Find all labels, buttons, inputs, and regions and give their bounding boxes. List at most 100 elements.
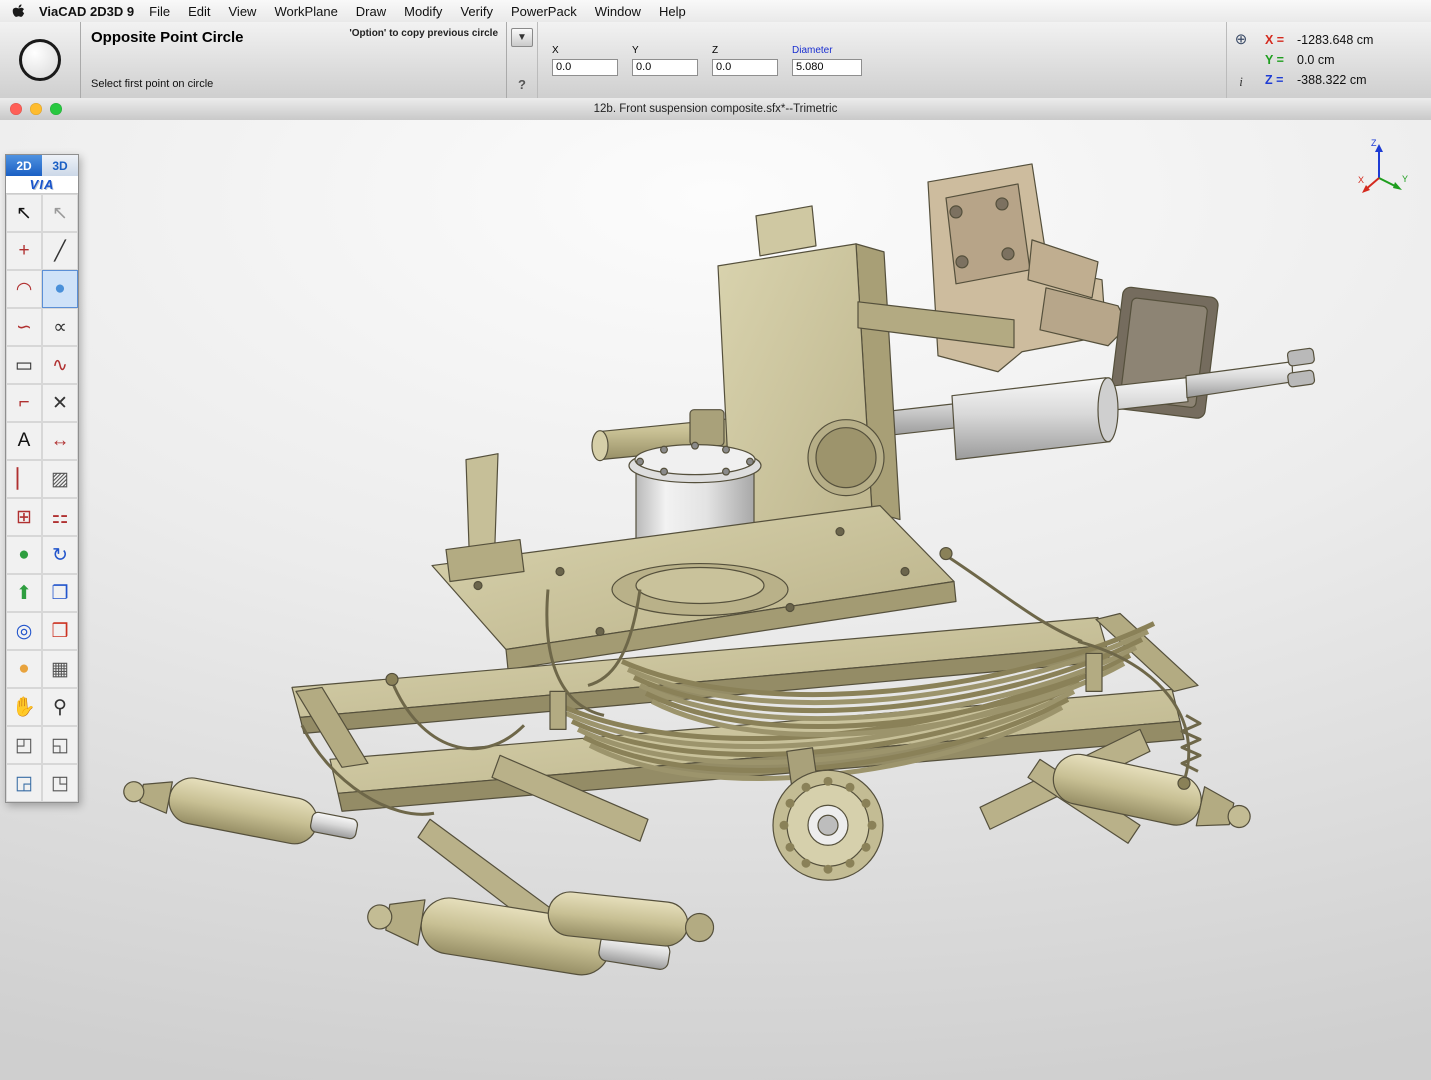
menu-items: FileEditViewWorkPlaneDrawModifyVerifyPow… bbox=[140, 4, 695, 19]
sphere-primitive-tool[interactable]: ● bbox=[6, 536, 42, 574]
model-3d[interactable] bbox=[0, 120, 1431, 1080]
x-input[interactable] bbox=[552, 59, 618, 76]
app-name[interactable]: ViaCAD 2D3D 9 bbox=[39, 4, 134, 19]
trim-tool[interactable]: ⌐ bbox=[6, 384, 42, 422]
extrude-tool[interactable]: ⬆ bbox=[6, 574, 42, 612]
coord-row-x: X =-1283.648 cm bbox=[1265, 30, 1415, 50]
text-tool-icon: A bbox=[18, 430, 31, 452]
y-field: Y bbox=[632, 45, 698, 76]
text-tool[interactable]: A bbox=[6, 422, 42, 460]
segment-tool-icon: ▏ bbox=[17, 468, 32, 491]
z-field: Z bbox=[712, 45, 778, 76]
zoom-button[interactable] bbox=[50, 103, 62, 115]
cursor-coordinates-readout: X =-1283.648 cmY =0.0 cmZ =-388.322 cm bbox=[1255, 22, 1431, 98]
menu-help[interactable]: Help bbox=[650, 4, 695, 19]
line-tool[interactable]: ╱ bbox=[42, 232, 78, 270]
delete-tool[interactable]: ✕ bbox=[42, 384, 78, 422]
select-plus-tool-icon: ↖ bbox=[52, 202, 68, 225]
window-titlebar[interactable]: 12b. Front suspension composite.sfx*--Tr… bbox=[0, 98, 1431, 121]
tool-hint: 'Option' to copy previous circle bbox=[349, 28, 498, 39]
zoom-tool[interactable]: ⚲ bbox=[42, 688, 78, 726]
boolean-union-tool-icon: ❐ bbox=[51, 582, 68, 605]
axis-triad: Z Y X bbox=[1357, 136, 1409, 198]
render-options-tool-icon: ▦ bbox=[51, 658, 69, 681]
select-tool-icon: ↖ bbox=[16, 202, 32, 225]
extrude-tool-icon: ⬆ bbox=[16, 582, 32, 605]
coord-row-z: Z =-388.322 cm bbox=[1265, 70, 1415, 90]
spline-tool[interactable]: ∿ bbox=[42, 346, 78, 384]
segment-tool[interactable]: ▏ bbox=[6, 460, 42, 498]
view-wireframe-3-tool[interactable]: ◳ bbox=[42, 764, 78, 802]
tab-3d[interactable]: 3D bbox=[42, 155, 78, 176]
pattern-tool[interactable]: ⚏ bbox=[42, 498, 78, 536]
menu-modify[interactable]: Modify bbox=[395, 4, 451, 19]
hatch-tool-icon: ▨ bbox=[51, 468, 69, 491]
offset-tool-icon: ⊞ bbox=[16, 506, 32, 529]
hatch-tool[interactable]: ▨ bbox=[42, 460, 78, 498]
tab-2d[interactable]: 2D bbox=[6, 155, 42, 176]
axis-y-label: Y bbox=[1402, 174, 1408, 184]
view-shaded-tool[interactable]: ◲ bbox=[6, 764, 42, 802]
render-options-tool[interactable]: ▦ bbox=[42, 650, 78, 688]
tool-variant-dropdown[interactable]: ▼ bbox=[511, 28, 533, 47]
select-plus-tool[interactable]: ↖ bbox=[42, 194, 78, 232]
rotate-tool[interactable]: ↻ bbox=[42, 536, 78, 574]
line-tool-icon: ╱ bbox=[54, 240, 65, 263]
rectangle-tool-icon: ▭ bbox=[15, 354, 33, 377]
via-logo: VIA bbox=[6, 176, 78, 194]
application-window: ViaCAD 2D3D 9 FileEditViewWorkPlaneDrawM… bbox=[0, 0, 1431, 1080]
pattern-tool-icon: ⚏ bbox=[51, 506, 68, 529]
circle-tool[interactable]: ● bbox=[42, 270, 78, 308]
tool-prompt: Select first point on circle bbox=[91, 78, 213, 90]
menubar: ViaCAD 2D3D 9 FileEditViewWorkPlaneDrawM… bbox=[0, 0, 1431, 23]
closed-curve-tool-icon: ∝ bbox=[53, 316, 67, 339]
menu-file[interactable]: File bbox=[140, 4, 179, 19]
x-label: X bbox=[552, 45, 618, 56]
viewport[interactable]: Z Y X 2D 3D VIA ↖↖+╱◠●∽∝▭∿⌐✕A↔▏▨⊞⚏●↻⬆❐◎❒… bbox=[0, 120, 1431, 1080]
revolve-tool[interactable]: ◎ bbox=[6, 612, 42, 650]
y-input[interactable] bbox=[632, 59, 698, 76]
dimension-tool[interactable]: ↔ bbox=[42, 422, 78, 460]
tracking-icon[interactable]: ⊕ bbox=[1235, 30, 1248, 48]
tool-options-bar: Opposite Point Circle 'Option' to copy p… bbox=[0, 22, 1431, 99]
zoom-tool-icon: ⚲ bbox=[53, 696, 67, 719]
curve-tool[interactable]: ∽ bbox=[6, 308, 42, 346]
diameter-label: Diameter bbox=[792, 45, 862, 56]
z-label: Z bbox=[712, 45, 778, 56]
menu-powerpack[interactable]: PowerPack bbox=[502, 4, 586, 19]
shaded-sphere-tool[interactable]: ● bbox=[6, 650, 42, 688]
view-wireframe-3-tool-icon: ◳ bbox=[51, 772, 69, 795]
z-input[interactable] bbox=[712, 59, 778, 76]
apple-menu-icon[interactable] bbox=[12, 4, 25, 19]
axis-z-label: Z bbox=[1371, 138, 1377, 148]
view-wireframe-1-tool[interactable]: ◰ bbox=[6, 726, 42, 764]
diameter-input[interactable] bbox=[792, 59, 862, 76]
view-wireframe-2-tool-icon: ◱ bbox=[51, 734, 69, 757]
menu-view[interactable]: View bbox=[220, 4, 266, 19]
info-icon[interactable]: i bbox=[1239, 74, 1243, 90]
select-tool[interactable]: ↖ bbox=[6, 194, 42, 232]
closed-curve-tool[interactable]: ∝ bbox=[42, 308, 78, 346]
close-button[interactable] bbox=[10, 103, 22, 115]
point-tool[interactable]: + bbox=[6, 232, 42, 270]
tool-message-area: Opposite Point Circle 'Option' to copy p… bbox=[81, 22, 507, 98]
menu-draw[interactable]: Draw bbox=[347, 4, 395, 19]
coordinate-fields: X Y Z Diameter bbox=[538, 22, 876, 98]
spline-tool-icon: ∿ bbox=[52, 354, 68, 377]
menu-edit[interactable]: Edit bbox=[179, 4, 219, 19]
view-wireframe-2-tool[interactable]: ◱ bbox=[42, 726, 78, 764]
menu-workplane[interactable]: WorkPlane bbox=[265, 4, 346, 19]
boolean-subtract-tool[interactable]: ❒ bbox=[42, 612, 78, 650]
tool-palette-grid: ↖↖+╱◠●∽∝▭∿⌐✕A↔▏▨⊞⚏●↻⬆❐◎❒●▦✋⚲◰◱◲◳ bbox=[6, 194, 78, 802]
offset-tool[interactable]: ⊞ bbox=[6, 498, 42, 536]
menu-verify[interactable]: Verify bbox=[451, 4, 502, 19]
x-field: X bbox=[552, 45, 618, 76]
help-icon[interactable]: ? bbox=[518, 77, 526, 92]
arc-tool[interactable]: ◠ bbox=[6, 270, 42, 308]
rectangle-tool[interactable]: ▭ bbox=[6, 346, 42, 384]
menu-window[interactable]: Window bbox=[586, 4, 650, 19]
boolean-union-tool[interactable]: ❐ bbox=[42, 574, 78, 612]
arc-tool-icon: ◠ bbox=[16, 278, 33, 301]
pan-tool[interactable]: ✋ bbox=[6, 688, 42, 726]
minimize-button[interactable] bbox=[30, 103, 42, 115]
